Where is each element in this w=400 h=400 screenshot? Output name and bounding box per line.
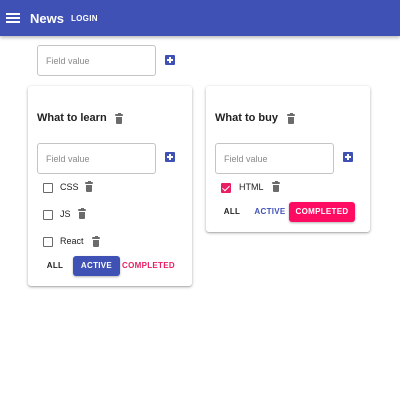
filter-all-button[interactable]: ALL [218,202,246,222]
new-todolist-input[interactable] [37,45,156,76]
delete-task-trash-icon[interactable] [92,236,100,247]
todolist-title: What to learn [37,112,107,124]
task-checkbox-css[interactable] [43,183,53,193]
task-label-html: HTML [239,182,264,192]
app-title: News [30,10,64,26]
filter-completed-button[interactable]: COMPLETED [122,256,175,276]
task-checkbox-js[interactable] [43,210,53,220]
todolist-title: What to buy [215,112,278,124]
task-label-css: CSS [60,182,79,192]
task-checkbox-react[interactable] [43,237,53,247]
delete-task-trash-icon[interactable] [272,181,280,192]
delete-todolist-trash-icon[interactable] [115,113,123,124]
add-task-input[interactable] [37,143,156,174]
add-todolist-button[interactable] [165,55,175,65]
app-bar: News LOGIN [0,0,400,36]
filter-all-button[interactable]: ALL [40,256,70,276]
delete-task-trash-icon[interactable] [78,208,86,219]
login-button[interactable]: LOGIN [71,14,98,23]
filter-completed-button[interactable]: COMPLETED [289,202,355,222]
hamburger-menu-icon[interactable] [6,13,20,23]
task-label-react: React [60,236,84,246]
delete-todolist-trash-icon[interactable] [287,113,295,124]
add-task-input[interactable] [215,143,334,174]
add-task-button[interactable] [165,152,175,162]
task-label-js: JS [60,209,71,219]
todolist-card-what-to-buy: What to buy HTML ALL ACTIVE COMPLETED [206,86,370,232]
task-checkbox-html[interactable] [221,183,231,193]
delete-task-trash-icon[interactable] [85,181,93,192]
todolist-card-what-to-learn: What to learn CSS JS React ALL ACTIVE CO… [28,86,192,286]
filter-active-button[interactable]: ACTIVE [252,202,288,222]
add-task-button[interactable] [343,152,353,162]
filter-active-button[interactable]: ACTIVE [73,256,120,276]
